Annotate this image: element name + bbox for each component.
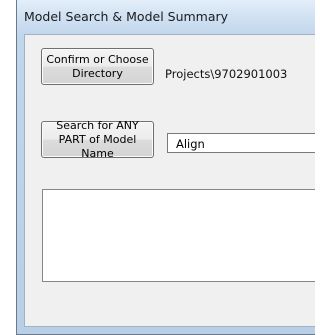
title-bar[interactable]: Model Search & Model Summary [17,0,315,34]
window-title: Model Search & Model Summary [24,9,229,24]
search-model-button[interactable]: Search for ANY PART of Model Name [41,119,154,160]
dialog-body: Confirm or Choose Directory Projects\970… [24,34,315,327]
results-listbox[interactable] [42,189,315,282]
model-name-search-input[interactable]: Align [167,133,315,153]
directory-path-label: Projects\9702901003 [165,67,288,81]
choose-directory-button[interactable]: Confirm or Choose Directory [41,48,154,85]
dialog-window: Model Search & Model Summary Confirm or … [16,0,315,335]
